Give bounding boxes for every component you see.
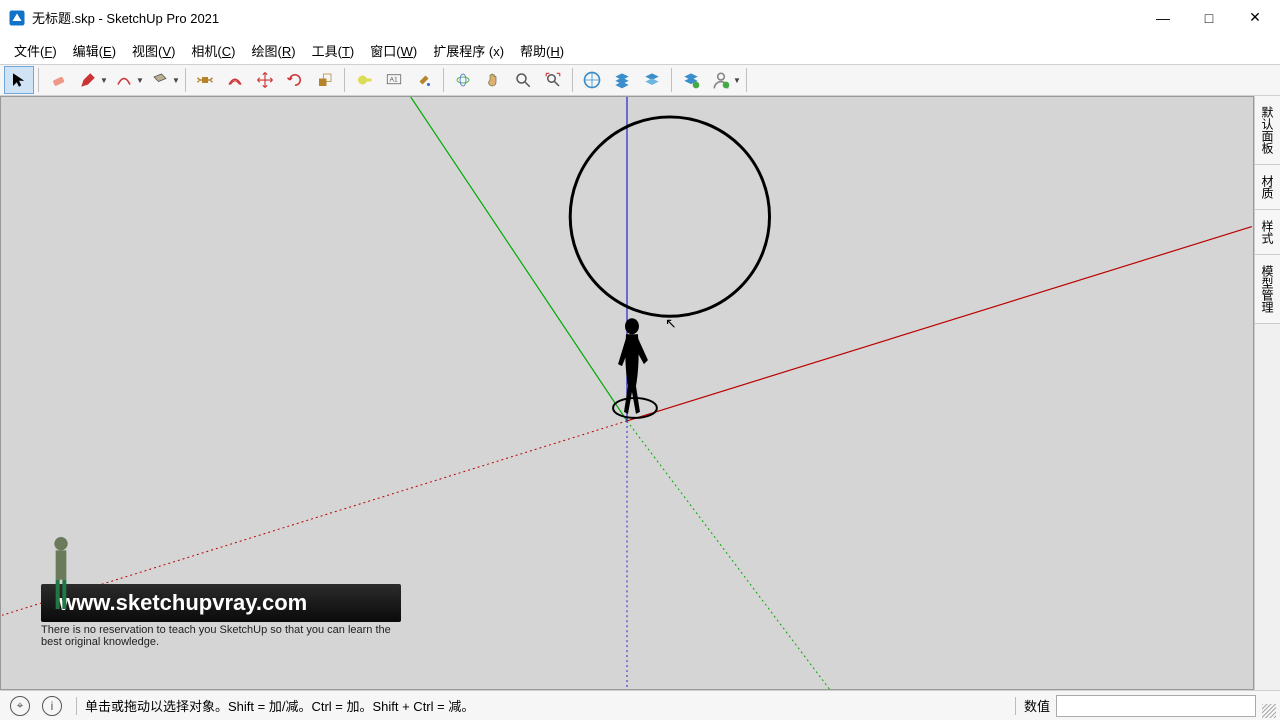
vray-b-tool[interactable]	[607, 66, 637, 94]
status-hint: 单击或拖动以选择对象。Shift = 加/减。Ctrl = 加。Shift + …	[85, 696, 1007, 715]
rotate-tool[interactable]	[280, 66, 310, 94]
pencil-dropdown[interactable]: ▼	[99, 76, 109, 85]
watermark-figure-icon	[45, 533, 77, 613]
select-tool[interactable]	[4, 66, 34, 94]
vray-user-dropdown[interactable]: ▼	[732, 76, 742, 85]
tray-tab-model[interactable]: 模型管理	[1255, 255, 1280, 324]
drawn-circle	[570, 117, 769, 316]
tray-tab-materials[interactable]: 材质	[1255, 165, 1280, 210]
arc-dropdown[interactable]: ▼	[135, 76, 145, 85]
tray-rail: 默认面板 材质 样式 模型管理	[1254, 96, 1280, 690]
axis-green-pos	[411, 97, 627, 421]
vray-c-tool[interactable]	[637, 66, 667, 94]
menu-extensions[interactable]: 扩展程序 (x)	[425, 38, 512, 63]
app-icon	[8, 9, 26, 27]
axis-green-neg	[627, 421, 829, 689]
menu-camera[interactable]: 相机(C)	[183, 38, 243, 63]
menu-draw[interactable]: 绘图(R)	[244, 38, 304, 63]
resize-grip[interactable]	[1262, 704, 1276, 718]
eraser-tool[interactable]	[43, 66, 73, 94]
status-bar: ⌖ i 单击或拖动以选择对象。Shift = 加/减。Ctrl = 加。Shif…	[0, 690, 1280, 720]
tape-tool[interactable]	[349, 66, 379, 94]
close-button[interactable]: ✕	[1232, 3, 1278, 33]
info-icon[interactable]: i	[42, 696, 62, 716]
text-tool[interactable]: A1	[379, 66, 409, 94]
menu-bar: 文件(F) 编辑(E) 视图(V) 相机(C) 绘图(R) 工具(T) 窗口(W…	[0, 36, 1280, 64]
zoom-extents-tool[interactable]	[538, 66, 568, 94]
watermark-sub: There is no reservation to teach you Ske…	[41, 624, 401, 649]
axis-red-pos	[627, 227, 1252, 421]
vray-a-tool[interactable]	[577, 66, 607, 94]
geo-icon[interactable]: ⌖	[10, 696, 30, 716]
paint-tool[interactable]	[409, 66, 439, 94]
measurement-label: 数值	[1024, 696, 1050, 715]
pushpull-tool[interactable]	[190, 66, 220, 94]
tray-tab-default[interactable]: 默认面板	[1255, 96, 1280, 165]
menu-edit[interactable]: 编辑(E)	[65, 38, 124, 63]
menu-view[interactable]: 视图(V)	[124, 38, 183, 63]
window-title: 无标题.skp - SketchUp Pro 2021	[32, 8, 1140, 27]
minimize-button[interactable]: —	[1140, 3, 1186, 33]
scale-tool[interactable]	[310, 66, 340, 94]
offset-tool[interactable]	[220, 66, 250, 94]
viewport[interactable]: ↖ www.sketchupvray.com There is no reser…	[0, 96, 1254, 690]
vray-d-tool[interactable]	[676, 66, 706, 94]
main-toolbar: ▼ ▼ ▼ A1 ▼	[0, 64, 1280, 96]
title-bar: 无标题.skp - SketchUp Pro 2021 — □ ✕	[0, 0, 1280, 36]
tray-tab-styles[interactable]: 样式	[1255, 210, 1280, 255]
pan-tool[interactable]	[478, 66, 508, 94]
svg-text:A1: A1	[390, 77, 399, 84]
watermark-url: www.sketchupvray.com	[41, 584, 401, 622]
menu-tools[interactable]: 工具(T)	[304, 38, 363, 63]
menu-window[interactable]: 窗口(W)	[362, 38, 425, 63]
shape-dropdown[interactable]: ▼	[171, 76, 181, 85]
zoom-tool[interactable]	[508, 66, 538, 94]
menu-help[interactable]: 帮助(H)	[512, 38, 572, 63]
maximize-button[interactable]: □	[1186, 3, 1232, 33]
menu-file[interactable]: 文件(F)	[6, 38, 65, 63]
orbit-tool[interactable]	[448, 66, 478, 94]
move-tool[interactable]	[250, 66, 280, 94]
watermark-overlay: www.sketchupvray.com There is no reserva…	[41, 584, 401, 649]
measurement-input[interactable]	[1056, 695, 1256, 717]
